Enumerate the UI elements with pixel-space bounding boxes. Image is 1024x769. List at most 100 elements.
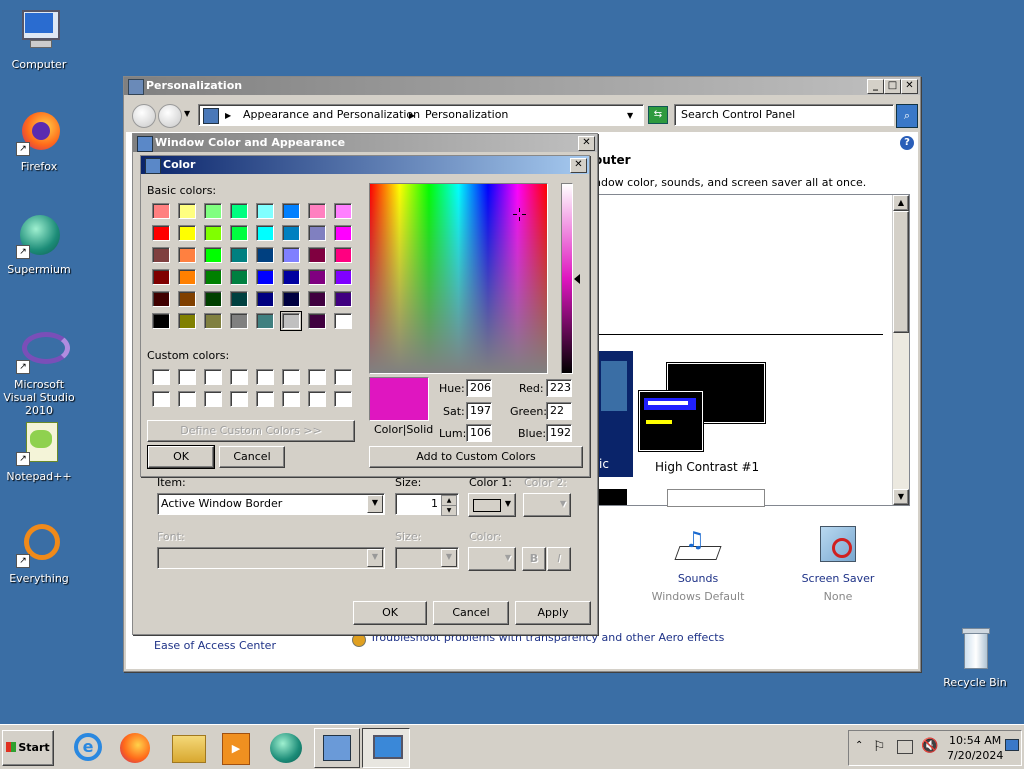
red-field[interactable]: 223: [546, 379, 572, 397]
color1-picker[interactable]: ▼: [468, 493, 516, 517]
custom-color-swatch[interactable]: [178, 391, 196, 407]
custom-color-swatch[interactable]: [282, 369, 300, 385]
basic-color-swatch[interactable]: [308, 291, 326, 307]
font-size-dropdown[interactable]: ▼: [395, 547, 459, 569]
basic-color-swatch[interactable]: [282, 247, 300, 263]
ease-of-access-link[interactable]: Ease of Access Center: [154, 639, 276, 652]
font-color-picker[interactable]: ▼: [468, 547, 516, 571]
basic-color-swatch[interactable]: [282, 291, 300, 307]
basic-color-swatch[interactable]: [152, 225, 170, 241]
clock-date[interactable]: 7/20/2024: [947, 749, 1003, 762]
basic-color-swatch[interactable]: [256, 291, 274, 307]
color-spectrum[interactable]: [369, 183, 548, 374]
desktop-icon-visual-studio[interactable]: ↗ Microsoft Visual Studio 2010: [0, 328, 78, 417]
basic-color-swatch[interactable]: [178, 203, 196, 219]
stepper-down-icon[interactable]: ▼: [441, 505, 457, 516]
basic-color-swatch[interactable]: [282, 225, 300, 241]
theme-high-contrast-1[interactable]: High Contrast #1: [638, 361, 766, 477]
basic-color-swatch[interactable]: [334, 203, 352, 219]
firefox-taskbar-icon[interactable]: [120, 733, 150, 763]
basic-color-swatch[interactable]: [178, 269, 196, 285]
custom-color-swatch[interactable]: [204, 391, 222, 407]
custom-color-swatch[interactable]: [334, 391, 352, 407]
action-center-flag-icon[interactable]: ⚐: [873, 739, 886, 755]
theme-classic-preview[interactable]: ic: [597, 351, 633, 477]
basic-color-swatch[interactable]: [334, 269, 352, 285]
recent-pages-arrow[interactable]: ▼: [184, 109, 190, 118]
ie-taskbar-icon[interactable]: e: [74, 733, 102, 761]
scroll-thumb[interactable]: [893, 211, 909, 333]
custom-color-swatch[interactable]: [152, 391, 170, 407]
wca-ok-button[interactable]: OK: [353, 601, 427, 625]
item-dropdown[interactable]: Active Window Border ▼: [157, 493, 385, 515]
basic-color-swatch[interactable]: [230, 269, 248, 285]
basic-color-swatch[interactable]: [282, 203, 300, 219]
font-dropdown[interactable]: ▼: [157, 547, 385, 569]
show-desktop-button[interactable]: [1005, 739, 1019, 751]
basic-color-swatch[interactable]: [152, 269, 170, 285]
color-close-button[interactable]: ✕: [570, 158, 587, 173]
basic-color-swatch[interactable]: [152, 291, 170, 307]
desktop-icon-supermium[interactable]: ↗ Supermium: [0, 213, 78, 276]
show-hidden-icons-icon[interactable]: ⌃: [855, 740, 863, 751]
back-button[interactable]: [132, 104, 156, 128]
wca-titlebar[interactable]: Window Color and Appearance ✕: [133, 134, 597, 152]
screensaver-link[interactable]: Screen Saver None: [786, 524, 890, 603]
wca-apply-button[interactable]: Apply: [515, 601, 591, 625]
maximize-button[interactable]: □: [884, 79, 901, 94]
wca-close-button[interactable]: ✕: [578, 136, 595, 151]
blue-field[interactable]: 192: [546, 424, 572, 442]
scroll-up-button[interactable]: ▲: [893, 195, 909, 211]
basic-color-swatch[interactable]: [308, 203, 326, 219]
basic-color-swatch[interactable]: [256, 269, 274, 285]
custom-color-swatch[interactable]: [152, 369, 170, 385]
volume-muted-icon[interactable]: 🔇: [921, 738, 938, 754]
custom-color-swatch[interactable]: [282, 391, 300, 407]
basic-color-swatch[interactable]: [230, 225, 248, 241]
size-stepper[interactable]: 1 ▲ ▼: [395, 493, 459, 516]
custom-color-swatch[interactable]: [256, 391, 274, 407]
basic-color-swatch[interactable]: [204, 225, 222, 241]
basic-color-swatch[interactable]: [230, 313, 248, 329]
theme-list-scrollbar[interactable]: ▲ ▼: [892, 195, 909, 505]
basic-color-swatch[interactable]: [230, 291, 248, 307]
desktop-icon-recycle-bin[interactable]: Recycle Bin: [936, 626, 1014, 689]
color2-picker[interactable]: ▼: [523, 493, 571, 517]
basic-color-swatch[interactable]: [152, 203, 170, 219]
supermium-taskbar-icon[interactable]: [270, 733, 302, 763]
sat-field[interactable]: 197: [466, 402, 492, 420]
theme-next-black[interactable]: [597, 489, 627, 505]
basic-color-swatch[interactable]: [230, 247, 248, 263]
basic-color-swatch[interactable]: [334, 247, 352, 263]
search-input[interactable]: Search Control Panel: [674, 104, 894, 126]
basic-color-swatch[interactable]: [178, 247, 196, 263]
address-field[interactable]: ▶ Appearance and Personalization ▶ Perso…: [198, 104, 644, 126]
basic-color-swatch[interactable]: [178, 313, 196, 329]
search-button[interactable]: ⌕: [896, 104, 918, 128]
basic-color-swatch[interactable]: [308, 269, 326, 285]
theme-next-white[interactable]: [667, 489, 765, 507]
green-field[interactable]: 22: [546, 402, 572, 420]
breadcrumb-personalization[interactable]: Personalization: [425, 107, 508, 123]
chevron-down-icon[interactable]: ▼: [367, 549, 383, 567]
custom-color-swatch[interactable]: [334, 369, 352, 385]
desktop-icon-computer[interactable]: Computer: [0, 8, 78, 71]
bold-button[interactable]: B: [522, 547, 546, 571]
custom-color-swatch[interactable]: [204, 369, 222, 385]
basic-color-swatch[interactable]: [204, 269, 222, 285]
custom-color-swatch[interactable]: [178, 369, 196, 385]
basic-color-swatch[interactable]: [334, 291, 352, 307]
basic-color-swatch[interactable]: [308, 225, 326, 241]
minimize-button[interactable]: _: [867, 79, 884, 94]
luminance-slider[interactable]: [561, 183, 573, 374]
basic-color-swatch[interactable]: [204, 203, 222, 219]
custom-color-swatch[interactable]: [308, 369, 326, 385]
chevron-down-icon[interactable]: ▼: [441, 549, 457, 567]
basic-color-swatch[interactable]: [152, 313, 170, 329]
basic-color-swatch[interactable]: [308, 313, 326, 329]
lum-field[interactable]: 106: [466, 424, 492, 442]
sounds-link[interactable]: ♫ Sounds Windows Default: [646, 524, 750, 603]
basic-color-swatch[interactable]: [334, 225, 352, 241]
scroll-down-button[interactable]: ▼: [893, 489, 909, 505]
personalization-taskbar-button[interactable]: [362, 728, 410, 768]
